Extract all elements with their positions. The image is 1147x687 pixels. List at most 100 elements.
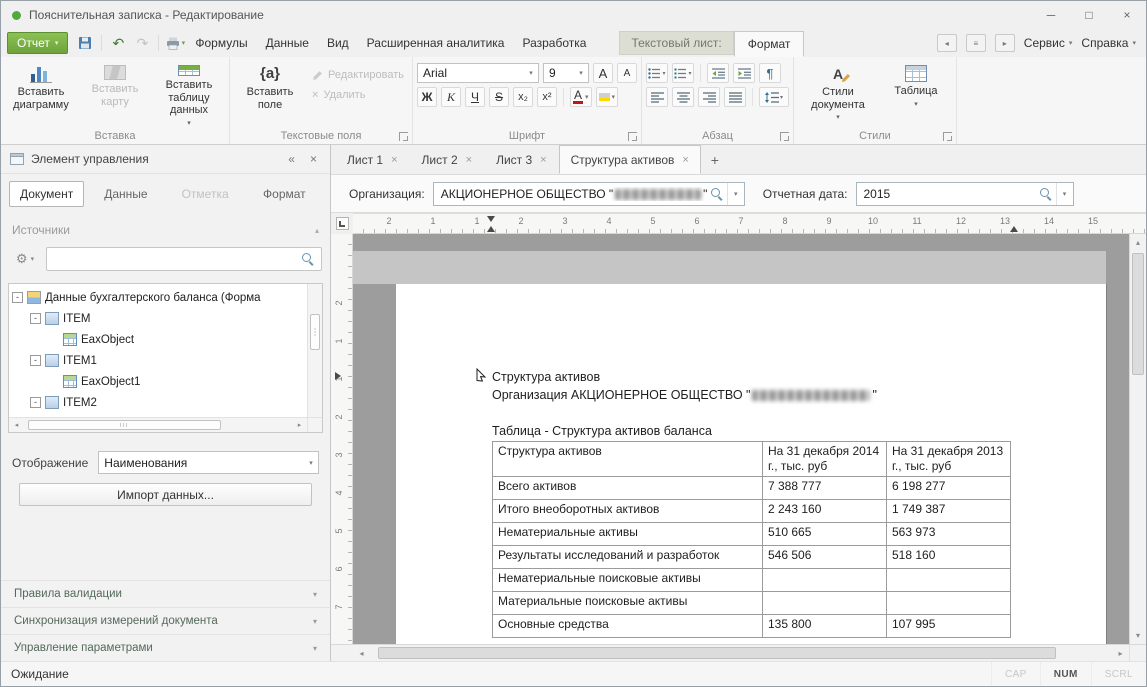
dialog-launcher-icon[interactable] <box>628 132 637 141</box>
horizontal-ruler[interactable]: 21123456789101112131415 <box>353 213 1146 234</box>
sheet-tab-close-icon[interactable]: × <box>391 154 397 166</box>
tree-node[interactable]: EaxObject1 <box>12 371 306 392</box>
panel-tab[interactable]: Отметка <box>168 181 243 207</box>
left-indent-marker[interactable] <box>487 226 495 232</box>
subscript-button[interactable]: x₂ <box>513 87 533 107</box>
save-button[interactable] <box>74 33 96 53</box>
ribbon-tab[interactable]: Формулы <box>186 31 256 55</box>
report-menu-button[interactable]: Отчет ▾ <box>7 32 68 54</box>
document-heading[interactable]: Структура активов <box>492 370 600 384</box>
align-center-button[interactable] <box>672 87 694 107</box>
collapsed-section-header[interactable]: Управление параметрами ▾ <box>1 634 330 661</box>
undo-button[interactable]: ↶ <box>107 33 129 53</box>
scroll-right-icon[interactable]: ▸ <box>1112 645 1129 661</box>
chevron-down-icon[interactable]: ▾ <box>727 183 744 205</box>
sheet-tab[interactable]: Лист 2 × <box>410 145 485 174</box>
sheet-tab-close-icon[interactable]: × <box>466 154 472 166</box>
dialog-launcher-icon[interactable] <box>943 132 952 141</box>
right-indent-marker[interactable] <box>1010 226 1018 232</box>
underline-button[interactable]: Ч <box>465 87 485 107</box>
increase-indent-button[interactable] <box>733 63 755 83</box>
ribbon-nav-forward-button[interactable]: ▸ <box>995 34 1015 52</box>
first-line-indent-marker[interactable] <box>487 216 495 222</box>
scroll-down-icon[interactable]: ▾ <box>1130 627 1146 644</box>
ribbon-tab[interactable]: Разработка <box>513 31 595 55</box>
ribbon-nav-back-button[interactable]: ◂ <box>937 34 957 52</box>
report-date-lookup-button[interactable] <box>1036 183 1056 205</box>
tree-node[interactable]: - ITEM <box>12 308 306 329</box>
tree-expander-icon[interactable]: - <box>12 292 23 303</box>
align-left-button[interactable] <box>646 87 668 107</box>
vertical-scrollbar[interactable]: ▴ ▾ <box>1129 234 1146 644</box>
sheet-tab[interactable]: Лист 1 × <box>335 145 410 174</box>
table-caption[interactable]: Таблица - Структура активов баланса <box>492 424 712 438</box>
horizontal-scroll-thumb[interactable] <box>378 647 1056 659</box>
insert-field-button[interactable]: {a} Вставить поле <box>234 60 306 128</box>
document-page[interactable]: Структура активов Организация АКЦИОНЕРНО… <box>396 284 1106 644</box>
tree-horizontal-scroll-track[interactable] <box>24 418 292 432</box>
highlight-color-button[interactable]: ▾ <box>596 87 619 107</box>
decrease-indent-button[interactable] <box>707 63 729 83</box>
document-styles-button[interactable]: А Стили документа ▾ <box>798 60 878 128</box>
scroll-up-icon[interactable]: ▴ <box>1130 234 1146 251</box>
sources-settings-button[interactable]: ⚙ ▾ <box>9 247 41 271</box>
bullet-list-button[interactable]: ▾ <box>646 63 668 83</box>
scroll-left-icon[interactable]: ◂ <box>353 645 370 661</box>
ribbon-tab[interactable]: Расширенная аналитика <box>358 31 514 55</box>
tree-node[interactable]: - ITEM1 <box>12 350 306 371</box>
sources-search-input[interactable] <box>46 247 322 271</box>
panel-close-button[interactable]: × <box>306 152 321 166</box>
tree-horizontal-scroll-thumb[interactable] <box>28 420 221 430</box>
vertical-ruler[interactable]: 211234567 <box>331 234 353 644</box>
close-button[interactable]: × <box>1108 2 1146 28</box>
paragraph-mark-button[interactable]: ¶ <box>759 63 781 83</box>
align-justify-button[interactable] <box>724 87 746 107</box>
display-mode-combo[interactable]: Наименования ▾ <box>98 451 319 474</box>
font-name-combo[interactable]: Arial ▾ <box>417 63 539 83</box>
collapsed-section-header[interactable]: Синхронизация измерений документа ▾ <box>1 607 330 634</box>
ribbon-tab[interactable]: Вид <box>318 31 358 55</box>
sheet-tab[interactable]: Структура активов × <box>559 145 701 174</box>
table-styles-button[interactable]: Таблица ▾ <box>880 60 952 128</box>
sources-section-header[interactable]: Источники ▴ <box>1 212 330 244</box>
assets-table[interactable]: Структура активов На 31 декабря 2014 г.,… <box>492 441 1011 638</box>
vertical-scroll-thumb[interactable] <box>1132 253 1144 375</box>
vertical-scroll-track[interactable] <box>1130 251 1146 627</box>
redo-button[interactable]: ↷ <box>131 33 153 53</box>
tree-node[interactable]: EaxObject <box>12 329 306 350</box>
sheet-tab-close-icon[interactable]: × <box>540 154 546 166</box>
shrink-font-button[interactable]: А <box>617 63 637 83</box>
align-right-button[interactable] <box>698 87 720 107</box>
add-sheet-button[interactable]: + <box>701 145 729 174</box>
chevron-down-icon[interactable]: ▾ <box>1056 183 1073 205</box>
panel-tab[interactable]: Формат <box>247 181 322 207</box>
line-spacing-button[interactable]: ▾ <box>759 87 789 107</box>
collapsed-section-header[interactable]: Правила валидации ▾ <box>1 580 330 607</box>
dialog-launcher-icon[interactable] <box>399 132 408 141</box>
ribbon-tab[interactable]: Данные <box>257 31 318 55</box>
panel-collapse-button[interactable]: « <box>284 152 299 166</box>
top-margin-marker[interactable] <box>335 372 341 380</box>
print-button[interactable]: ▾ <box>164 33 186 53</box>
numbered-list-button[interactable]: ▾ <box>672 63 694 83</box>
minimize-button[interactable]: ─ <box>1032 2 1070 28</box>
tree-expander-icon[interactable]: - <box>30 313 41 324</box>
scroll-left-icon[interactable]: ◂ <box>9 418 24 432</box>
import-data-button[interactable]: Импорт данных... <box>19 483 312 506</box>
organization-lookup-button[interactable] <box>707 183 727 205</box>
insert-chart-button[interactable]: Вставить диаграмму <box>5 60 77 128</box>
help-menu[interactable]: Справка ▾ <box>1081 36 1136 50</box>
font-size-combo[interactable]: 9 ▾ <box>543 63 589 83</box>
tree-expander-icon[interactable]: - <box>30 397 41 408</box>
panel-tab[interactable]: Данные <box>88 181 163 207</box>
sheet-tab-close-icon[interactable]: × <box>682 154 688 166</box>
strikethrough-button[interactable]: S <box>489 87 509 107</box>
italic-button[interactable]: К <box>441 87 461 107</box>
document-canvas[interactable]: Структура активов Организация АКЦИОНЕРНО… <box>353 234 1129 644</box>
tree-horizontal-scrollbar[interactable]: ◂ ▸ <box>9 417 307 432</box>
panel-tab[interactable]: Документ <box>9 181 84 207</box>
insert-datatable-button[interactable]: Вставить таблицу данных ▾ <box>153 60 225 128</box>
tree-vertical-scroll-thumb[interactable] <box>310 314 320 350</box>
tree-expander-icon[interactable]: - <box>30 355 41 366</box>
ruler-corner[interactable] <box>331 213 353 234</box>
